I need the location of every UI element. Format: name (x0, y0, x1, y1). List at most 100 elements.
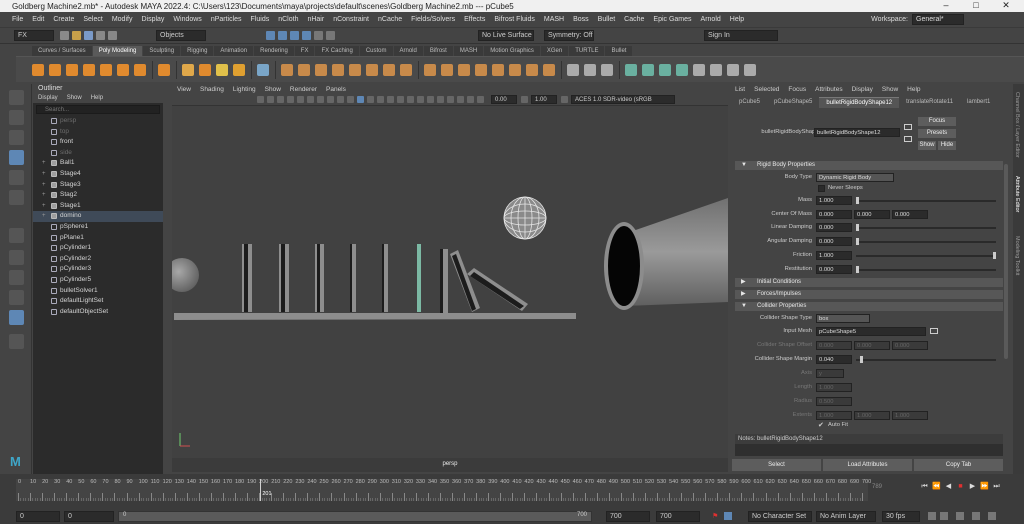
attr-slider-knob[interactable] (993, 251, 996, 259)
load-attributes-button[interactable]: Load Attributes (823, 459, 912, 471)
radius-field[interactable]: 0.500 (816, 397, 852, 406)
wireframe-sphere[interactable] (503, 196, 547, 240)
target-weld-icon[interactable] (584, 63, 596, 76)
outliner-item[interactable]: bulletSolver1 (33, 286, 163, 297)
checker-icon[interactable] (710, 63, 722, 76)
snap-surface-icon[interactable] (302, 31, 311, 40)
presets-button[interactable]: Presets (918, 129, 956, 138)
margin-slider-knob[interactable] (860, 356, 863, 363)
menu-nparticles[interactable]: nParticles (211, 16, 242, 23)
mirror-icon[interactable] (349, 63, 361, 76)
attr-field-linear-damping[interactable]: 0.000 (816, 223, 852, 233)
menu-fields-solvers[interactable]: Fields/Solvers (411, 16, 455, 23)
workspace-selector[interactable]: Workspace: General* (871, 14, 964, 25)
safe-action-icon[interactable] (347, 96, 354, 103)
connect-icon[interactable] (601, 63, 613, 76)
outliner-item[interactable]: persp (33, 116, 163, 127)
poly-cube-icon[interactable] (49, 63, 61, 76)
ambient-occlusion-icon[interactable] (407, 96, 414, 103)
menu-nconstraint[interactable]: nConstraint (333, 16, 369, 23)
outliner-item[interactable]: side (33, 148, 163, 159)
outliner-item[interactable]: pCylinder2 (33, 254, 163, 265)
outliner-item[interactable]: + Stage3 (33, 180, 163, 191)
section-initial-conditions[interactable]: ▶ Initial Conditions (735, 278, 1003, 287)
menu-modify[interactable]: Modify (112, 16, 133, 23)
shelf-tab-fx-caching[interactable]: FX Caching (315, 46, 359, 56)
outliner-item[interactable]: + domino (33, 211, 163, 222)
ae-menu-list[interactable]: List (735, 86, 745, 93)
outliner-item[interactable]: defaultLightSet (33, 296, 163, 307)
live-surface-field[interactable]: No Live Surface (478, 30, 534, 41)
outliner-item[interactable]: front (33, 137, 163, 148)
step-forward-key-icon[interactable]: ⏩ (980, 482, 989, 491)
select-tool-icon[interactable] (9, 90, 24, 105)
attr-slider-knob[interactable] (856, 238, 859, 246)
combine-icon[interactable] (281, 63, 293, 76)
poly-sphere-icon[interactable] (32, 63, 44, 76)
menu-boss[interactable]: Boss (573, 16, 589, 23)
attr-slider-knob[interactable] (856, 197, 859, 204)
type-icon[interactable] (216, 63, 228, 76)
gate-mask-icon[interactable] (327, 96, 334, 103)
outliner-item[interactable]: pSphere1 (33, 222, 163, 233)
symmetry-dropdown[interactable]: Symmetry: Off (544, 30, 594, 41)
step-back-frame-icon[interactable]: ◀ (944, 482, 953, 491)
playback-start-field[interactable]: 0 (64, 511, 114, 522)
separate-icon[interactable] (298, 63, 310, 76)
ae-menu-help[interactable]: Help (907, 86, 920, 93)
presets-arrow-icon[interactable] (904, 136, 912, 142)
side-tab-modeling-toolkit[interactable]: Modeling Toolkit (1014, 236, 1020, 275)
attribute-editor-scrollbar[interactable] (1004, 164, 1008, 359)
ae-tab-bulletrigidbodyshape12[interactable]: bulletRigidBodyShape12 (819, 97, 900, 108)
extents-y-field[interactable]: 1.000 (854, 411, 890, 420)
grid-snap-icon[interactable] (727, 63, 739, 76)
uv-planar-icon[interactable] (625, 63, 637, 76)
ae-tab-lambert1[interactable]: lambert1 (960, 97, 997, 108)
poly-disc-icon[interactable] (134, 63, 146, 76)
shelf-tab-motion-graphics[interactable]: Motion Graphics (484, 46, 540, 56)
menu-epic-games[interactable]: Epic Games (653, 16, 691, 23)
shelf-tab-bullet[interactable]: Bullet (605, 46, 633, 56)
menu-arnold[interactable]: Arnold (701, 16, 721, 23)
attr-field-restitution[interactable]: 0.000 (816, 264, 852, 274)
snap-grid-icon[interactable] (266, 31, 275, 40)
multi-cut-icon[interactable] (567, 63, 579, 76)
render-icon[interactable] (326, 31, 335, 40)
outliner-item[interactable]: + Stage1 (33, 201, 163, 212)
snap-point-icon[interactable] (290, 31, 299, 40)
settings-icon[interactable] (988, 512, 996, 520)
menu-ncloth[interactable]: nCloth (278, 16, 298, 23)
history-icon[interactable] (314, 31, 323, 40)
anim-prefs-icon[interactable] (972, 512, 980, 520)
section-collider-properties[interactable]: ▼ Collider Properties (735, 302, 1003, 311)
grid-icon[interactable] (297, 96, 304, 103)
expand-icon[interactable]: + (42, 201, 46, 212)
domino-group[interactable] (242, 244, 528, 313)
shelf-tab-rigging[interactable]: Rigging (181, 46, 214, 56)
rotate-tool-icon[interactable] (9, 170, 24, 185)
outliner-menu-show[interactable]: Show (67, 95, 82, 101)
step-back-key-icon[interactable]: ⏪ (932, 482, 941, 491)
selection-mode-dropdown[interactable]: Objects (156, 30, 206, 41)
magnifier-icon[interactable] (9, 334, 24, 349)
expand-icon[interactable]: + (42, 169, 46, 180)
ae-tab-pcubeshape5[interactable]: pCubeShape5 (767, 97, 819, 108)
outliner-item[interactable]: pCylinder5 (33, 275, 163, 286)
auto-fit-checkbox-icon[interactable]: ✔ (818, 421, 824, 429)
outliner-search-input[interactable]: Search... (36, 105, 160, 114)
anti-alias-icon[interactable] (427, 96, 434, 103)
shelf-tab-poly-modeling[interactable]: Poly Modeling (92, 46, 143, 56)
side-tab-channel-box[interactable]: Channel Box / Layer Editor (1014, 92, 1020, 158)
viewport-menu-show[interactable]: Show (265, 86, 281, 93)
move-tool-icon[interactable] (9, 150, 24, 165)
ae-tab-translaterotate11[interactable]: translateRotate11 (899, 97, 960, 108)
sphere-ball[interactable] (172, 258, 199, 292)
body-type-dropdown[interactable]: Dynamic Rigid Body (816, 173, 894, 182)
shadows-icon[interactable] (397, 96, 404, 103)
menu-bifrost-fluids[interactable]: Bifrost Fluids (494, 16, 534, 23)
menu-fluids[interactable]: Fluids (251, 16, 270, 23)
expand-icon[interactable]: + (42, 158, 46, 169)
scale-tool-icon[interactable] (9, 190, 24, 205)
open-scene-icon[interactable] (72, 31, 81, 40)
collider-shape-type-dropdown[interactable]: box (816, 314, 870, 323)
